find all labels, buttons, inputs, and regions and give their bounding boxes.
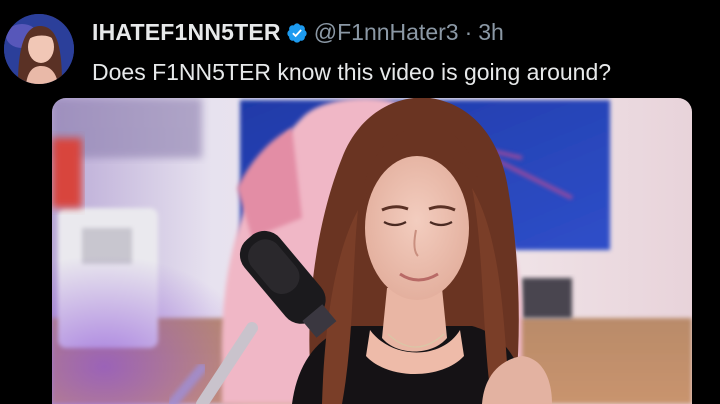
tweet-header: IHATEF1NN5TER @F1nnHater3 · 3h — [92, 17, 504, 47]
tweet[interactable]: IHATEF1NN5TER @F1nnHater3 · 3h Does F1NN… — [0, 0, 720, 404]
separator-dot: · — [464, 19, 473, 45]
display-name[interactable]: IHATEF1NN5TER — [92, 17, 281, 47]
verified-badge-icon — [286, 21, 308, 43]
media-video[interactable] — [52, 98, 692, 404]
timestamp[interactable]: 3h — [478, 17, 504, 47]
tweet-text: Does F1NN5TER know this video is going a… — [92, 59, 612, 85]
avatar[interactable] — [4, 14, 74, 84]
video-thumbnail — [52, 98, 692, 404]
avatar-image — [4, 14, 74, 84]
handle[interactable]: @F1nnHater3 — [314, 17, 459, 47]
